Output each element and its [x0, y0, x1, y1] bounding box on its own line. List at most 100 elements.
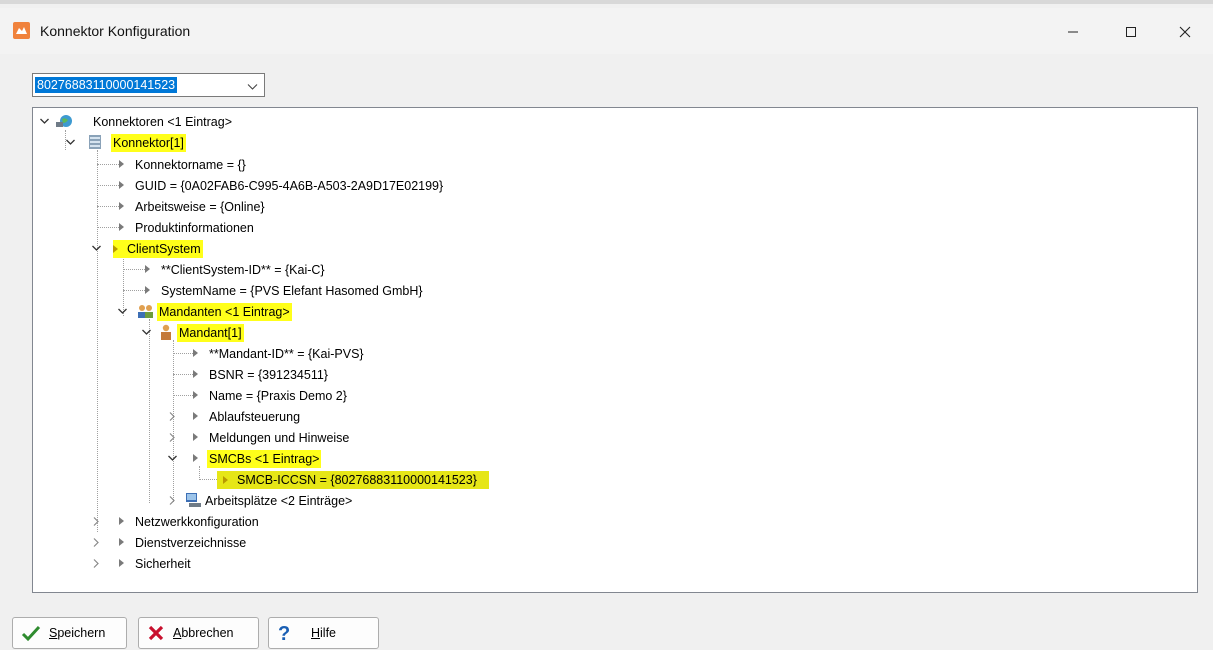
tree-line [123, 269, 145, 270]
leaf-arrow-icon [193, 391, 198, 399]
leaf-arrow-icon [119, 202, 124, 210]
close-button[interactable] [1162, 12, 1208, 52]
tree-node-konnektorname[interactable]: Konnektorname = {} [119, 154, 248, 175]
tree-node-label: Arbeitsplätze <2 Einträge> [205, 493, 353, 508]
chevron-expanded-icon[interactable] [167, 453, 178, 464]
chevron-collapsed-icon[interactable] [167, 411, 178, 422]
help-question-icon: ? [277, 623, 291, 643]
tree-node-smcbs[interactable]: SMCBs <1 Eintrag> [167, 448, 322, 469]
leaf-arrow-icon [193, 349, 198, 357]
chevron-expanded-icon[interactable] [117, 306, 128, 317]
smcb-select-combobox[interactable]: 80276883110000141523 [32, 73, 265, 97]
tree-node-clientsystem-id[interactable]: **ClientSystem-ID** = {Kai-C} [145, 259, 327, 280]
maximize-button[interactable] [1108, 12, 1154, 52]
user-icon [161, 324, 171, 340]
chevron-collapsed-icon[interactable] [167, 432, 178, 443]
tree-node-label: BSNR = {391234511} [209, 367, 328, 382]
leaf-arrow-icon [119, 181, 124, 189]
tree-node-mandant-1[interactable]: Mandant[1] [141, 322, 244, 343]
server-icon [89, 135, 101, 149]
tree-node-clientsystem[interactable]: ClientSystem [91, 238, 203, 259]
tree-line [97, 227, 119, 228]
tree-node-bsnr[interactable]: BSNR = {391234511} [193, 364, 330, 385]
tree-node-label: Ablaufsteuerung [209, 409, 301, 424]
tree-node-sicherheit[interactable]: Sicherheit [91, 553, 193, 574]
tree-node-label: SystemName = {PVS Elefant Hasomed GmbH} [161, 283, 423, 298]
help-label: ilfe [320, 626, 337, 640]
chevron-expanded-icon[interactable] [91, 243, 102, 254]
tree-node-label: **ClientSystem-ID** = {Kai-C} [161, 262, 325, 277]
tree-node-label: **Mandant-ID** = {Kai-PVS} [209, 346, 364, 361]
leaf-arrow-icon [193, 454, 198, 462]
chevron-collapsed-icon[interactable] [167, 495, 178, 506]
tree-node-arbeitsplaetze[interactable]: Arbeitsplätze <2 Einträge> [167, 490, 354, 511]
config-tree[interactable]: Konnektoren <1 Eintrag> Konnektor[1] Kon… [32, 107, 1198, 593]
save-button[interactable]: Speichern [12, 617, 127, 649]
checkmark-icon [21, 624, 41, 642]
tree-node-produktinformationen[interactable]: Produktinformationen [119, 217, 256, 238]
minimize-button[interactable] [1050, 12, 1096, 52]
tree-line [97, 164, 119, 165]
tree-node-dienstverzeichnisse[interactable]: Dienstverzeichnisse [91, 532, 248, 553]
tree-node-arbeitsweise[interactable]: Arbeitsweise = {Online} [119, 196, 267, 217]
leaf-arrow-icon [193, 412, 198, 420]
leaf-arrow-icon [119, 517, 124, 525]
workstation-icon [186, 493, 201, 507]
tree-node-label: Meldungen und Hinweise [209, 430, 350, 445]
tree-node-smcb-iccsn[interactable]: SMCB-ICCSN = {80276883110000141523} [217, 469, 489, 490]
title-bar[interactable]: Konnektor Konfiguration [0, 8, 1213, 54]
cancel-button[interactable]: Abbrechen [138, 617, 259, 649]
tree-node-netzwerk[interactable]: Netzwerkkonfiguration [91, 511, 261, 532]
tree-node-label: Sicherheit [135, 556, 191, 571]
leaf-arrow-icon [119, 223, 124, 231]
tree-line [173, 353, 193, 354]
tree-node-label: Konnektorname = {} [135, 157, 246, 172]
tree-node-konnektor-1[interactable]: Konnektor[1] [65, 132, 186, 153]
tree-node-mandant-id[interactable]: **Mandant-ID** = {Kai-PVS} [193, 343, 366, 364]
help-button[interactable]: ? Hilfe [268, 617, 379, 649]
tree-node-meldungen[interactable]: Meldungen und Hinweise [167, 427, 351, 448]
tree-line [149, 319, 150, 503]
tree-node-label: ClientSystem [113, 239, 203, 258]
cancel-accel: A [173, 626, 182, 640]
chevron-down-icon[interactable] [247, 80, 258, 94]
chevron-expanded-icon[interactable] [39, 116, 50, 127]
leaf-arrow-icon [193, 433, 198, 441]
tree-node-label: GUID = {0A02FAB6-C995-4A6B-A503-2A9D17E0… [135, 178, 444, 193]
leaf-arrow-icon [113, 244, 118, 253]
save-label: peichern [57, 626, 106, 640]
tree-node-systemname[interactable]: SystemName = {PVS Elefant Hasomed GmbH} [145, 280, 425, 301]
chevron-collapsed-icon[interactable] [91, 516, 102, 527]
tree-line [97, 206, 119, 207]
leaf-arrow-icon [223, 475, 228, 484]
leaf-arrow-icon [119, 538, 124, 546]
tree-node-konnektoren[interactable]: Konnektoren <1 Eintrag> [39, 111, 234, 132]
chevron-expanded-icon[interactable] [65, 137, 76, 148]
chevron-collapsed-icon[interactable] [91, 537, 102, 548]
tree-node-ablaufsteuerung[interactable]: Ablaufsteuerung [167, 406, 302, 427]
leaf-arrow-icon [119, 160, 124, 168]
tree-line [199, 479, 217, 480]
tree-node-label: Produktinformationen [135, 220, 254, 235]
chevron-collapsed-icon[interactable] [91, 558, 102, 569]
help-accel: H [311, 626, 321, 640]
tree-line [123, 290, 145, 291]
tree-node-mandanten[interactable]: Mandanten <1 Eintrag> [117, 301, 292, 322]
tree-node-label: Mandanten <1 Eintrag> [157, 302, 292, 321]
save-accel: S [49, 626, 58, 640]
tree-line [173, 374, 193, 375]
tree-node-label: Konnektoren <1 Eintrag> [93, 114, 232, 129]
cancel-label: bbrechen [181, 626, 234, 640]
tree-line [97, 150, 98, 532]
network-globe-icon [56, 115, 72, 127]
tree-node-label: Konnektor[1] [111, 133, 186, 152]
tree-node-guid[interactable]: GUID = {0A02FAB6-C995-4A6B-A503-2A9D17E0… [119, 175, 445, 196]
leaf-arrow-icon [193, 370, 198, 378]
tree-node-label: Dienstverzeichnisse [135, 535, 247, 550]
tree-node-name[interactable]: Name = {Praxis Demo 2} [193, 385, 349, 406]
users-icon [138, 305, 153, 318]
svg-text:?: ? [278, 623, 290, 643]
chevron-expanded-icon[interactable] [141, 327, 152, 338]
window-title: Konnektor Konfiguration [40, 23, 191, 39]
tree-node-label: SMCBs <1 Eintrag> [207, 449, 322, 468]
